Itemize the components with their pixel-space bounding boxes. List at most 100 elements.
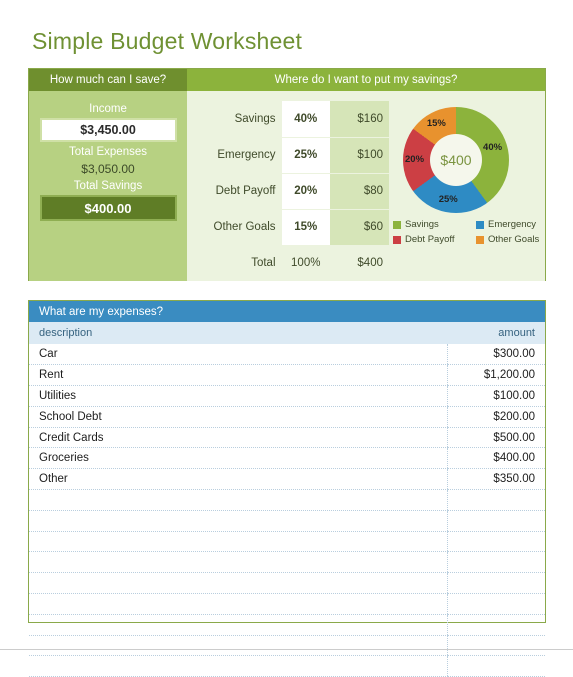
legend-item-other-goals: Other Goals bbox=[476, 234, 559, 245]
column-header-description: description bbox=[29, 322, 447, 344]
legend-label: Emergency bbox=[488, 219, 537, 230]
legend-swatch-icon bbox=[393, 235, 401, 244]
donut-slice-label-savings: 40% bbox=[483, 141, 503, 153]
how-much-can-i-save-header: How much can I save? bbox=[29, 69, 187, 91]
expense-description-cell[interactable] bbox=[29, 510, 447, 532]
allocation-percent-input[interactable]: 20% bbox=[281, 173, 330, 210]
total-savings-value: $400.00 bbox=[39, 195, 177, 221]
legend-item-savings: Savings bbox=[393, 219, 476, 230]
expenses-section: What are my expenses? description amount… bbox=[28, 300, 546, 677]
expense-amount-cell[interactable] bbox=[446, 489, 545, 511]
expense-description-cell[interactable]: Car bbox=[29, 344, 447, 366]
expenses-header: What are my expenses? bbox=[29, 301, 545, 322]
legend-swatch-icon bbox=[393, 220, 401, 229]
allocation-percent-input[interactable]: 15% bbox=[281, 209, 330, 246]
legend-item-debt-payoff: Debt Payoff bbox=[393, 234, 476, 245]
donut-slice-label-other-goals: 15% bbox=[426, 118, 446, 130]
page-title: Simple Budget Worksheet bbox=[32, 28, 303, 54]
expense-amount-cell[interactable] bbox=[446, 614, 545, 636]
expense-description-cell[interactable] bbox=[29, 655, 447, 677]
table-row: Utilities $100.00 bbox=[29, 385, 545, 407]
total-expenses-label: Total Expenses bbox=[69, 146, 147, 158]
allocation-name: Savings bbox=[234, 113, 276, 125]
income-panel: Income $3,450.00 Total Expenses $3,050.0… bbox=[29, 91, 187, 281]
allocation-amount: $160 bbox=[329, 101, 389, 138]
allocation-amount: $100 bbox=[329, 137, 389, 174]
savings-section-headers: How much can I save? Where do I want to … bbox=[29, 69, 545, 91]
table-row-empty bbox=[29, 551, 545, 574]
allocation-name: Other Goals bbox=[213, 221, 276, 233]
legend-label: Other Goals bbox=[488, 234, 540, 245]
savings-section-body: Income $3,450.00 Total Expenses $3,050.0… bbox=[29, 91, 545, 281]
legend-label: Debt Payoff bbox=[405, 234, 455, 245]
expense-amount-cell[interactable]: $500.00 bbox=[446, 427, 545, 449]
expense-amount-cell[interactable] bbox=[446, 510, 545, 532]
table-row: Car $300.00 bbox=[29, 344, 545, 366]
expense-description-cell[interactable] bbox=[29, 593, 447, 615]
expense-description-cell[interactable] bbox=[29, 531, 447, 553]
legend-label: Savings bbox=[405, 219, 439, 230]
expense-amount-cell[interactable] bbox=[446, 655, 545, 677]
column-header-amount: amount bbox=[447, 322, 545, 344]
total-expenses-value: $3,050.00 bbox=[81, 162, 135, 176]
bottom-divider bbox=[0, 649, 573, 650]
allocation-total-label: Total bbox=[251, 257, 276, 269]
expense-amount-cell[interactable] bbox=[446, 531, 545, 553]
savings-chart-area: $400 40% 25% 20% 15% Savings Emergency D… bbox=[389, 101, 545, 281]
income-input[interactable]: $3,450.00 bbox=[39, 118, 177, 142]
table-row: Credit Cards $500.00 bbox=[29, 427, 545, 449]
table-row-empty bbox=[29, 489, 545, 511]
expenses-table-body: Car $300.00 Rent $1,200.00 Utilities $100.00 S… bbox=[29, 344, 545, 677]
donut-center-label: $400 bbox=[430, 134, 482, 186]
expense-amount-cell[interactable]: $300.00 bbox=[446, 344, 545, 366]
expense-amount-cell[interactable]: $1,200.00 bbox=[446, 364, 545, 387]
allocation-amount: $60 bbox=[329, 209, 389, 246]
table-row: Other $350.00 bbox=[29, 468, 545, 491]
expenses-table-header-row: description amount bbox=[29, 322, 545, 344]
expense-description-cell[interactable] bbox=[29, 572, 447, 595]
legend-swatch-icon bbox=[476, 235, 484, 244]
donut-slice-label-emergency: 25% bbox=[438, 193, 458, 205]
table-row: Groceries $400.00 bbox=[29, 447, 545, 470]
table-row: Emergency 25% $100 bbox=[193, 137, 389, 174]
donut-slice-label-debt-payoff: 20% bbox=[405, 154, 425, 165]
donut-legend: Savings Emergency Debt Payoff Other Goal… bbox=[393, 219, 559, 249]
table-row-empty bbox=[29, 614, 545, 636]
expense-description-cell[interactable]: Rent bbox=[29, 364, 447, 387]
table-row: Debt Payoff 20% $80 bbox=[193, 173, 389, 210]
savings-section: How much can I save? Where do I want to … bbox=[28, 68, 546, 281]
expense-description-cell[interactable]: Credit Cards bbox=[29, 427, 447, 449]
savings-allocation-panel: Savings 40% $160 Emergency 25% $100 Debt… bbox=[187, 91, 545, 281]
expense-description-cell[interactable]: Groceries bbox=[29, 447, 447, 470]
allocation-name: Debt Payoff bbox=[215, 185, 276, 197]
expense-amount-cell[interactable] bbox=[446, 635, 545, 657]
table-row-empty bbox=[29, 635, 545, 657]
table-row: Rent $1,200.00 bbox=[29, 364, 545, 387]
expense-description-cell[interactable] bbox=[29, 635, 447, 657]
allocation-percent-input[interactable]: 40% bbox=[281, 101, 330, 138]
expenses-table: description amount Car $300.00 Rent $1,200.… bbox=[29, 322, 545, 677]
table-row-empty bbox=[29, 510, 545, 532]
expense-description-cell[interactable]: Other bbox=[29, 468, 447, 491]
expense-amount-cell[interactable]: $200.00 bbox=[446, 406, 545, 428]
expense-amount-cell[interactable] bbox=[446, 551, 545, 574]
total-savings-label: Total Savings bbox=[73, 180, 143, 192]
expense-description-cell[interactable] bbox=[29, 551, 447, 574]
table-row-empty bbox=[29, 593, 545, 615]
allocation-percent-input[interactable]: 25% bbox=[281, 137, 330, 174]
expense-description-cell[interactable] bbox=[29, 614, 447, 636]
allocation-total-amount: $400 bbox=[357, 257, 383, 270]
expense-amount-cell[interactable]: $100.00 bbox=[446, 385, 545, 407]
expense-amount-cell[interactable]: $400.00 bbox=[446, 447, 545, 470]
expense-description-cell[interactable]: Utilities bbox=[29, 385, 447, 407]
expense-description-cell[interactable] bbox=[29, 489, 447, 511]
expense-amount-cell[interactable] bbox=[446, 572, 545, 595]
table-row: Savings 40% $160 bbox=[193, 101, 389, 138]
expense-amount-cell[interactable] bbox=[446, 593, 545, 615]
allocation-amount: $80 bbox=[329, 173, 389, 210]
expense-amount-cell[interactable]: $350.00 bbox=[446, 468, 545, 491]
table-row-empty bbox=[29, 655, 545, 677]
expense-description-cell[interactable]: School Debt bbox=[29, 406, 447, 428]
legend-swatch-icon bbox=[476, 220, 484, 229]
where-to-put-savings-header: Where do I want to put my savings? bbox=[187, 69, 545, 91]
